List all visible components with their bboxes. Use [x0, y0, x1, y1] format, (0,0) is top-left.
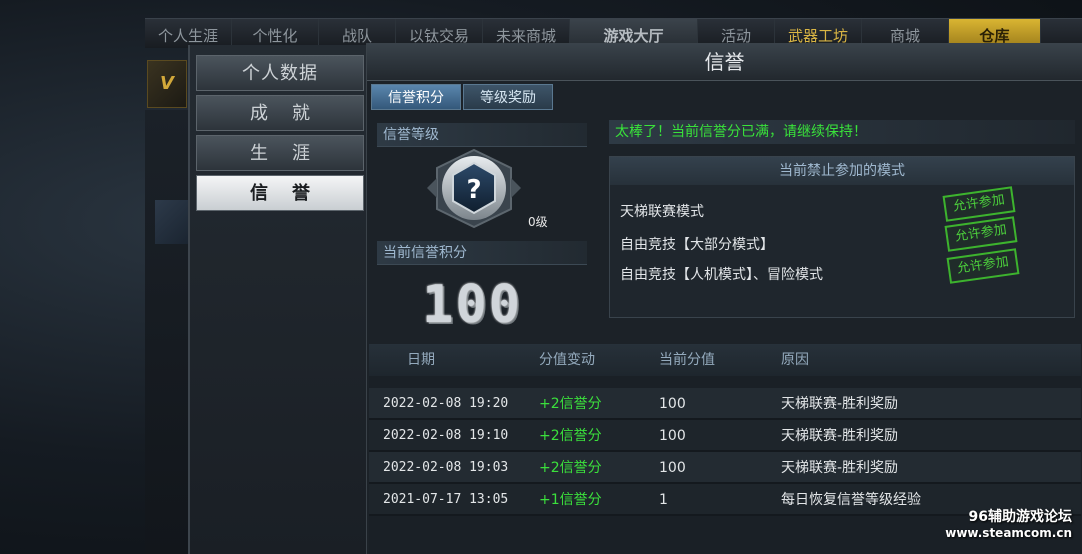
banned-mode-ladder: 天梯联赛模式 [620, 204, 704, 220]
row-date: 2022-02-08 19:20 [383, 396, 509, 411]
credit-panel: 信誉 信誉积分 等级奖励 信誉等级 ? 0级 当前信誉积分 100 太棒了！当前… [366, 43, 1082, 554]
row-current: 1 [659, 492, 668, 508]
watermark-forum-name: 96辅助游戏论坛 [968, 509, 1072, 525]
row-date: 2021-07-17 13:05 [383, 492, 509, 507]
row-current: 100 [659, 396, 686, 412]
table-body: 2022-02-08 19:20 +2信誉分 100 天梯联赛-胜利奖励 202… [369, 388, 1081, 516]
table-header: 日期 分值变动 当前分值 原因 [369, 344, 1081, 376]
banned-modes-header: 当前禁止参加的模式 [610, 157, 1074, 185]
side-menu: 个人数据 成就 生涯 信誉 [188, 45, 368, 554]
watermark-url: www.steamcom.cn [945, 526, 1072, 540]
weapon-thumbnail [155, 200, 189, 244]
header-change: 分值变动 [539, 352, 595, 368]
table-row: 2022-02-08 19:10 +2信誉分 100 天梯联赛-胜利奖励 [369, 420, 1081, 452]
side-menu-achievements[interactable]: 成就 [196, 95, 364, 131]
banned-modes-box: 当前禁止参加的模式 天梯联赛模式 允许参加 自由竞技【大部分模式】 允许参加 自… [609, 156, 1075, 318]
banned-mode-free-ai: 自由竞技【人机模式】、冒险模式 [620, 267, 823, 283]
credit-level-value: 0级 [528, 215, 548, 229]
side-menu-personal-data[interactable]: 个人数据 [196, 55, 364, 91]
row-date: 2022-02-08 19:03 [383, 460, 509, 475]
row-change: +1信誉分 [539, 492, 602, 508]
credit-level-label: 信誉等级 [377, 123, 587, 147]
credit-score-label: 当前信誉积分 [377, 241, 587, 265]
table-row: 2022-02-08 19:03 +2信誉分 100 天梯联赛-胜利奖励 [369, 452, 1081, 484]
row-reason: 天梯联赛-胜利奖励 [781, 460, 899, 476]
left-background-strip [145, 110, 189, 554]
vip-badge-icon[interactable]: V [147, 60, 187, 108]
panel-tabs: 信誉积分 等级奖励 [371, 84, 553, 110]
row-reason: 天梯联赛-胜利奖励 [781, 396, 899, 412]
side-menu-credit[interactable]: 信誉 [196, 175, 364, 211]
side-menu-career[interactable]: 生涯 [196, 135, 364, 171]
allow-stamp-ladder: 允许参加 [942, 186, 1016, 222]
tab-level-rewards[interactable]: 等级奖励 [463, 84, 553, 110]
row-change: +2信誉分 [539, 396, 602, 412]
emblem-question-mark: ? [466, 175, 481, 205]
site-watermark: 96辅助游戏论坛 www.steamcom.cn [945, 506, 1072, 540]
header-reason: 原因 [781, 352, 809, 368]
row-current: 100 [659, 460, 686, 476]
credit-score-value: 100 [422, 275, 522, 335]
status-message: 太棒了！当前信誉分已满，请继续保持！ [609, 120, 1075, 144]
tab-credit-score[interactable]: 信誉积分 [371, 84, 461, 110]
header-date: 日期 [407, 352, 435, 368]
row-change: +2信誉分 [539, 460, 602, 476]
credit-rank-emblem-icon: ? [427, 148, 521, 229]
table-row: 2022-02-08 19:20 +2信誉分 100 天梯联赛-胜利奖励 [369, 388, 1081, 420]
allow-stamp-free-most: 允许参加 [944, 216, 1018, 252]
row-current: 100 [659, 428, 686, 444]
banned-mode-free-most: 自由竞技【大部分模式】 [620, 237, 774, 253]
allow-stamp-free-ai: 允许参加 [946, 248, 1020, 284]
row-change: +2信誉分 [539, 428, 602, 444]
panel-title: 信誉 [367, 43, 1082, 81]
row-reason: 天梯联赛-胜利奖励 [781, 428, 899, 444]
header-current: 当前分值 [659, 352, 715, 368]
row-date: 2022-02-08 19:10 [383, 428, 509, 443]
